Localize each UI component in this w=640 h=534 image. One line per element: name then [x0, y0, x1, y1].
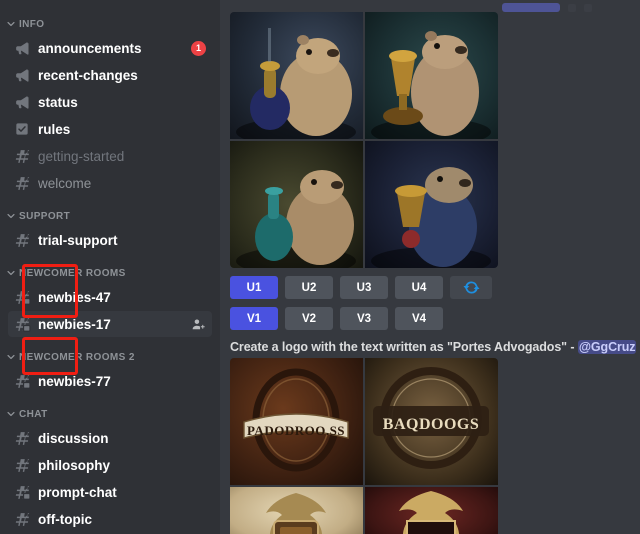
chevron-down-icon [6, 19, 16, 29]
category-label: CHAT [19, 409, 48, 420]
category-label: NEWCOMER ROOMS 2 [19, 352, 135, 363]
megaphone-icon [12, 92, 32, 112]
prompt-suffix: (fast) [636, 340, 640, 354]
upscale-button-u2[interactable]: U2 [285, 276, 333, 299]
channel-sidebar: INFO announcements 1 recent-changes status ru… [0, 0, 220, 534]
channel-name: off-topic [38, 512, 92, 527]
reroll-button[interactable] [450, 276, 492, 299]
prompt-text: Create a logo with the text written as "… [230, 340, 567, 354]
upscale-button-row[interactable]: U1 U2 U3 U4 [230, 276, 498, 299]
category-label: NEWCOMER ROOMS [19, 268, 126, 279]
unread-badge: 1 [191, 41, 206, 56]
svg-text:PADODROO.SS: PADODROO.SS [247, 423, 345, 438]
variation-button-v4[interactable]: V4 [395, 307, 443, 330]
message-prompt-text: Create a logo with the text written as "… [230, 340, 640, 354]
chevron-down-icon [6, 268, 16, 278]
channel-name: trial-support [38, 233, 118, 248]
channel-name: newbies-47 [38, 290, 111, 305]
channel-name: status [38, 95, 78, 110]
category-header-newcomer-rooms[interactable]: NEWCOMER ROOMS [0, 263, 220, 283]
svg-text:BAQDOOGS: BAQDOOGS [383, 416, 479, 433]
person-add-icon[interactable] [190, 316, 206, 332]
variation-button-v1[interactable]: V1 [230, 307, 278, 330]
clipped-button-b[interactable] [584, 4, 592, 12]
channel-name: rules [38, 122, 70, 137]
category-header-info[interactable]: INFO [0, 14, 220, 34]
logo-image-cell-2[interactable]: BAQDOOGS [365, 358, 498, 485]
hash-icon [12, 173, 32, 193]
variation-button-row[interactable]: V1 V2 V3 V4 [230, 307, 498, 330]
hash-thread-icon [12, 482, 32, 502]
variation-button-v3[interactable]: V3 [340, 307, 388, 330]
megaphone-icon [12, 65, 32, 85]
hash-icon [12, 146, 32, 166]
clipped-button-a[interactable] [568, 4, 576, 12]
chevron-down-icon [6, 352, 16, 362]
category-header-support[interactable]: SUPPORT [0, 206, 220, 226]
channel-list[interactable]: INFO announcements 1 recent-changes status ru… [0, 14, 220, 534]
refresh-icon [463, 279, 480, 296]
clipped-primary-button[interactable] [502, 3, 560, 12]
channel-name: discussion [38, 431, 109, 446]
chevron-down-icon [6, 211, 16, 221]
chevron-down-icon [6, 409, 16, 419]
channel-name: philosophy [38, 458, 110, 473]
logo-image-cell-4[interactable]: ANAL BROS [365, 487, 498, 534]
hash-thread-icon [12, 371, 32, 391]
image-cell-4[interactable] [365, 141, 498, 268]
channel-name: getting-started [38, 149, 124, 164]
channel-name: prompt-chat [38, 485, 117, 500]
channel-name: announcements [38, 41, 142, 56]
user-mention[interactable]: @GgCruz [578, 340, 637, 354]
sidebar-channel-newbies-47[interactable]: newbies-47 [8, 284, 212, 310]
sidebar-channel-rules[interactable]: rules [8, 116, 212, 142]
hash-thread-icon [12, 314, 32, 334]
upscale-button-u3[interactable]: U3 [340, 276, 388, 299]
hash-icon [12, 509, 32, 529]
variation-button-v2[interactable]: V2 [285, 307, 333, 330]
category-label: INFO [19, 19, 45, 30]
sidebar-channel-welcome[interactable]: welcome [8, 170, 212, 196]
hash-thread-icon [12, 287, 32, 307]
upscale-button-u1[interactable]: U1 [230, 276, 278, 299]
upscale-button-u4[interactable]: U4 [395, 276, 443, 299]
sidebar-channel-announcements[interactable]: announcements 1 [8, 35, 212, 61]
hash-icon [12, 455, 32, 475]
sidebar-channel-trial-support[interactable]: trial-support [8, 227, 212, 253]
channel-name: recent-changes [38, 68, 138, 83]
sidebar-channel-status[interactable]: status [8, 89, 212, 115]
generated-image-grid-logos[interactable]: PADODROO.SS BAQDOOGS ANAL BROS [230, 358, 498, 534]
logo-image-cell-3[interactable] [230, 487, 363, 534]
message-list: U1 U2 U3 U4 V1 V2 V3 V4 Create a logo with the… [220, 0, 640, 534]
channel-name: newbies-17 [38, 317, 111, 332]
logo-image-cell-1[interactable]: PADODROO.SS [230, 358, 363, 485]
sidebar-channel-discussion[interactable]: discussion [8, 425, 212, 451]
channel-name: welcome [38, 176, 91, 191]
channel-name: newbies-77 [38, 374, 111, 389]
category-header-chat[interactable]: CHAT [0, 404, 220, 424]
sidebar-channel-newbies-77[interactable]: newbies-77 [8, 368, 212, 394]
sidebar-channel-getting-started[interactable]: getting-started [8, 143, 212, 169]
megaphone-icon [12, 38, 32, 58]
sidebar-channel-off-topic[interactable]: off-topic [8, 506, 212, 532]
category-label: SUPPORT [19, 211, 70, 222]
image-cell-3[interactable] [230, 141, 363, 268]
category-header-newcomer-rooms-2[interactable]: NEWCOMER ROOMS 2 [0, 347, 220, 367]
hash-icon [12, 230, 32, 250]
sidebar-channel-recent-changes[interactable]: recent-changes [8, 62, 212, 88]
prompt-separator: - [567, 340, 578, 354]
previous-message-buttons-clipped [228, 0, 640, 12]
generated-image-grid-capybaras[interactable] [230, 12, 498, 268]
hash-icon [12, 428, 32, 448]
sidebar-channel-newbies-17[interactable]: newbies-17 [8, 311, 212, 337]
image-cell-1[interactable] [230, 12, 363, 139]
message-pane: U1 U2 U3 U4 V1 V2 V3 V4 Create a logo with the… [220, 0, 640, 534]
app-root: INFO announcements 1 recent-changes status ru… [0, 0, 640, 534]
rules-icon [12, 119, 32, 139]
image-cell-2[interactable] [365, 12, 498, 139]
sidebar-channel-prompt-chat[interactable]: prompt-chat [8, 479, 212, 505]
sidebar-channel-philosophy[interactable]: philosophy [8, 452, 212, 478]
